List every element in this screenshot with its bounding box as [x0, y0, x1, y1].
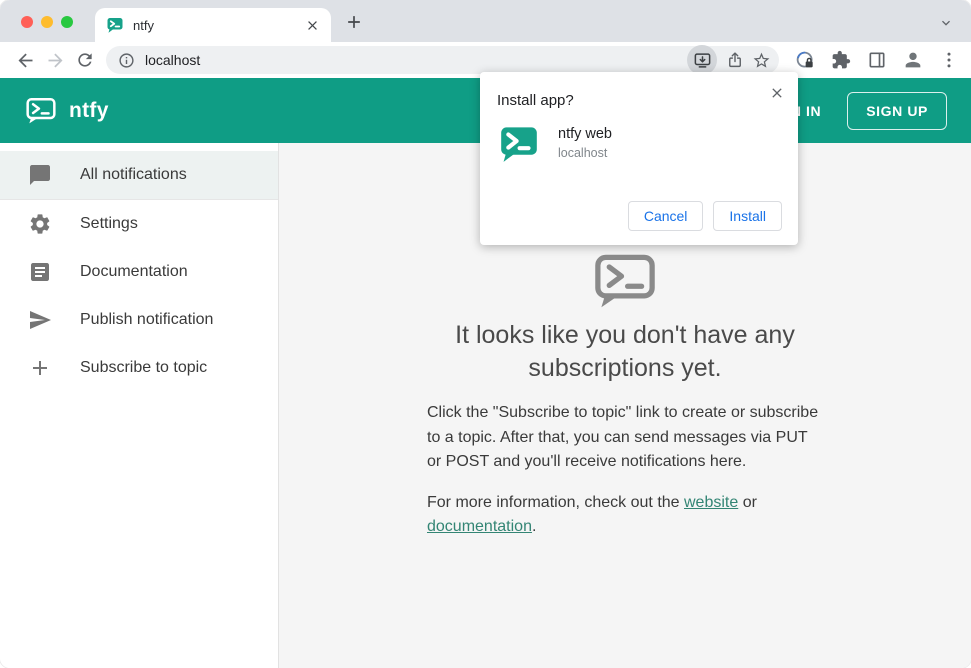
address-bar[interactable]: localhost — [106, 45, 779, 75]
share-icon[interactable] — [725, 51, 744, 70]
empty-state-paragraph: Click the "Subscribe to topic" link to c… — [427, 404, 819, 470]
reload-icon[interactable] — [73, 48, 97, 72]
paragraph-text: or — [738, 493, 757, 511]
install-button[interactable]: Install — [713, 201, 782, 231]
install-app-dialog: Install app? ntfy web localhost Cancel I… — [480, 72, 798, 245]
empty-state-paragraph-links: For more information, check out the webs… — [427, 491, 823, 540]
documentation-link[interactable]: documentation — [427, 518, 532, 535]
dialog-title: Install app? — [497, 92, 574, 109]
gear-icon — [28, 212, 52, 236]
sidebar-item-publish-notification[interactable]: Publish notification — [0, 296, 278, 344]
ntfy-logo-gray-icon — [593, 253, 657, 309]
tab-title: ntfy — [133, 17, 154, 33]
app-title: ntfy — [69, 98, 109, 122]
paragraph-text: For more information, check out the — [427, 493, 684, 511]
browser-tab[interactable]: ntfy — [95, 8, 331, 42]
install-app-icon[interactable] — [687, 45, 717, 75]
extensions-puzzle-icon[interactable] — [829, 48, 853, 72]
browser-window: ntfy localhost ntfy IN SIGN UP All notif… — [0, 0, 971, 668]
empty-state-heading: It looks like you don't have any subscri… — [455, 321, 795, 382]
sidebar-item-settings[interactable]: Settings — [0, 200, 278, 248]
traffic-lights — [21, 16, 73, 28]
ntfy-logo-icon — [26, 97, 56, 124]
minimize-window-button[interactable] — [41, 16, 53, 28]
paragraph-text: . — [531, 518, 537, 535]
sidebar-item-all-notifications[interactable]: All notifications — [0, 151, 278, 199]
tab-search-chevron-down-icon[interactable] — [938, 15, 954, 31]
dialog-app-origin: localhost — [558, 146, 608, 160]
forward-icon[interactable] — [43, 48, 67, 72]
sidebar-item-label: Subscribe to topic — [80, 359, 208, 376]
sidebar-item-label: Publish notification — [80, 311, 214, 328]
side-panel-icon[interactable] — [865, 48, 889, 72]
tab-strip: ntfy — [0, 0, 971, 42]
ntfy-favicon-icon — [107, 17, 123, 33]
cancel-button[interactable]: Cancel — [627, 201, 704, 231]
close-window-button[interactable] — [21, 16, 33, 28]
chat-icon — [28, 163, 52, 187]
sidebar-item-documentation[interactable]: Documentation — [0, 248, 278, 296]
sidebar: All notifications Settings Documentation — [0, 143, 279, 668]
password-manager-extension-icon[interactable] — [793, 48, 817, 72]
sidebar-item-subscribe-to-topic[interactable]: Subscribe to topic — [0, 344, 278, 392]
url-text[interactable]: localhost — [145, 52, 687, 68]
website-link[interactable]: website — [684, 494, 738, 511]
sidebar-item-label: All notifications — [80, 166, 187, 183]
sidebar-item-label: Documentation — [80, 263, 188, 280]
back-icon[interactable] — [13, 48, 37, 72]
article-icon — [28, 260, 52, 284]
dialog-app-name: ntfy web — [558, 126, 612, 142]
tab-close-icon[interactable] — [304, 17, 321, 34]
close-icon[interactable] — [769, 85, 785, 101]
sign-up-button[interactable]: SIGN UP — [847, 91, 947, 130]
new-tab-button[interactable] — [344, 12, 364, 32]
browser-menu-icon[interactable] — [937, 48, 961, 72]
ntfy-app-icon — [500, 125, 538, 163]
send-icon — [28, 308, 52, 332]
site-info-icon[interactable] — [118, 52, 135, 69]
profile-avatar-icon[interactable] — [901, 48, 925, 72]
bookmark-star-icon[interactable] — [752, 51, 771, 70]
plus-icon — [28, 356, 52, 380]
zoom-window-button[interactable] — [61, 16, 73, 28]
sidebar-item-label: Settings — [80, 215, 138, 232]
